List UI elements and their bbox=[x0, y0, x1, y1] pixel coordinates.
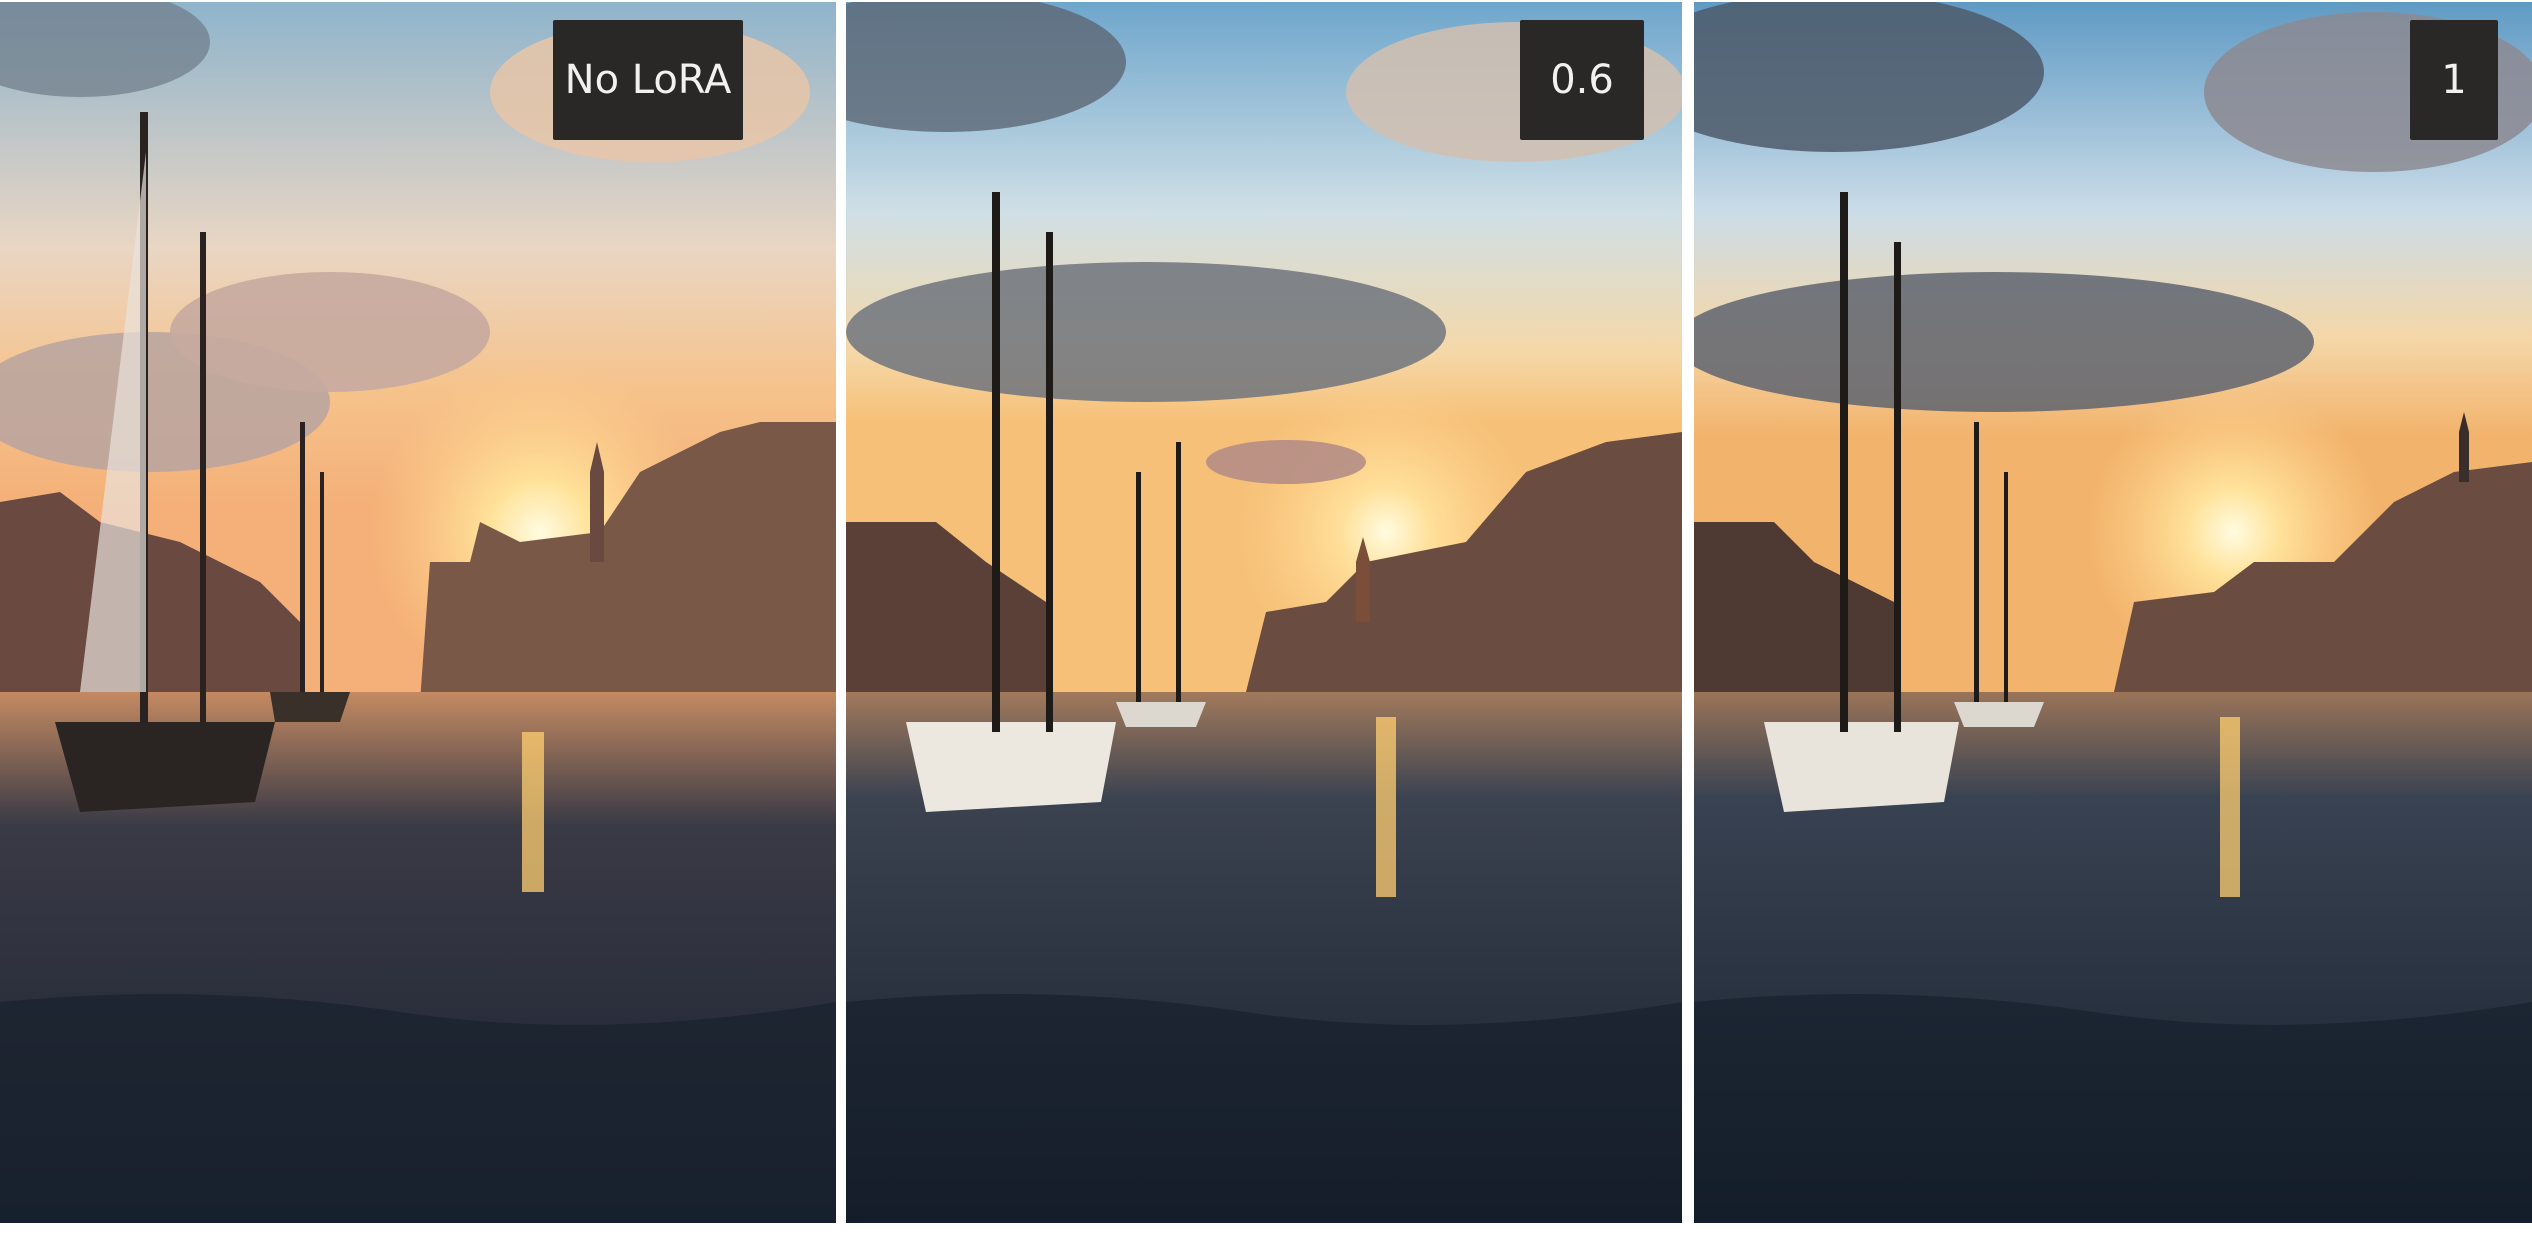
harbor-sunset-image bbox=[846, 2, 1682, 1223]
comparison-panel-0-6: 0.6 bbox=[846, 2, 1682, 1223]
harbor-sunset-image bbox=[1694, 2, 2532, 1223]
label-1: 1 bbox=[2410, 20, 2498, 140]
harbor-sunset-image bbox=[0, 2, 836, 1223]
label-no-lora: No LoRA bbox=[553, 20, 743, 140]
label-0-6: 0.6 bbox=[1520, 20, 1644, 140]
comparison-panel-1: 1 bbox=[1694, 2, 2532, 1223]
comparison-panel-no-lora: No LoRA bbox=[0, 2, 836, 1223]
